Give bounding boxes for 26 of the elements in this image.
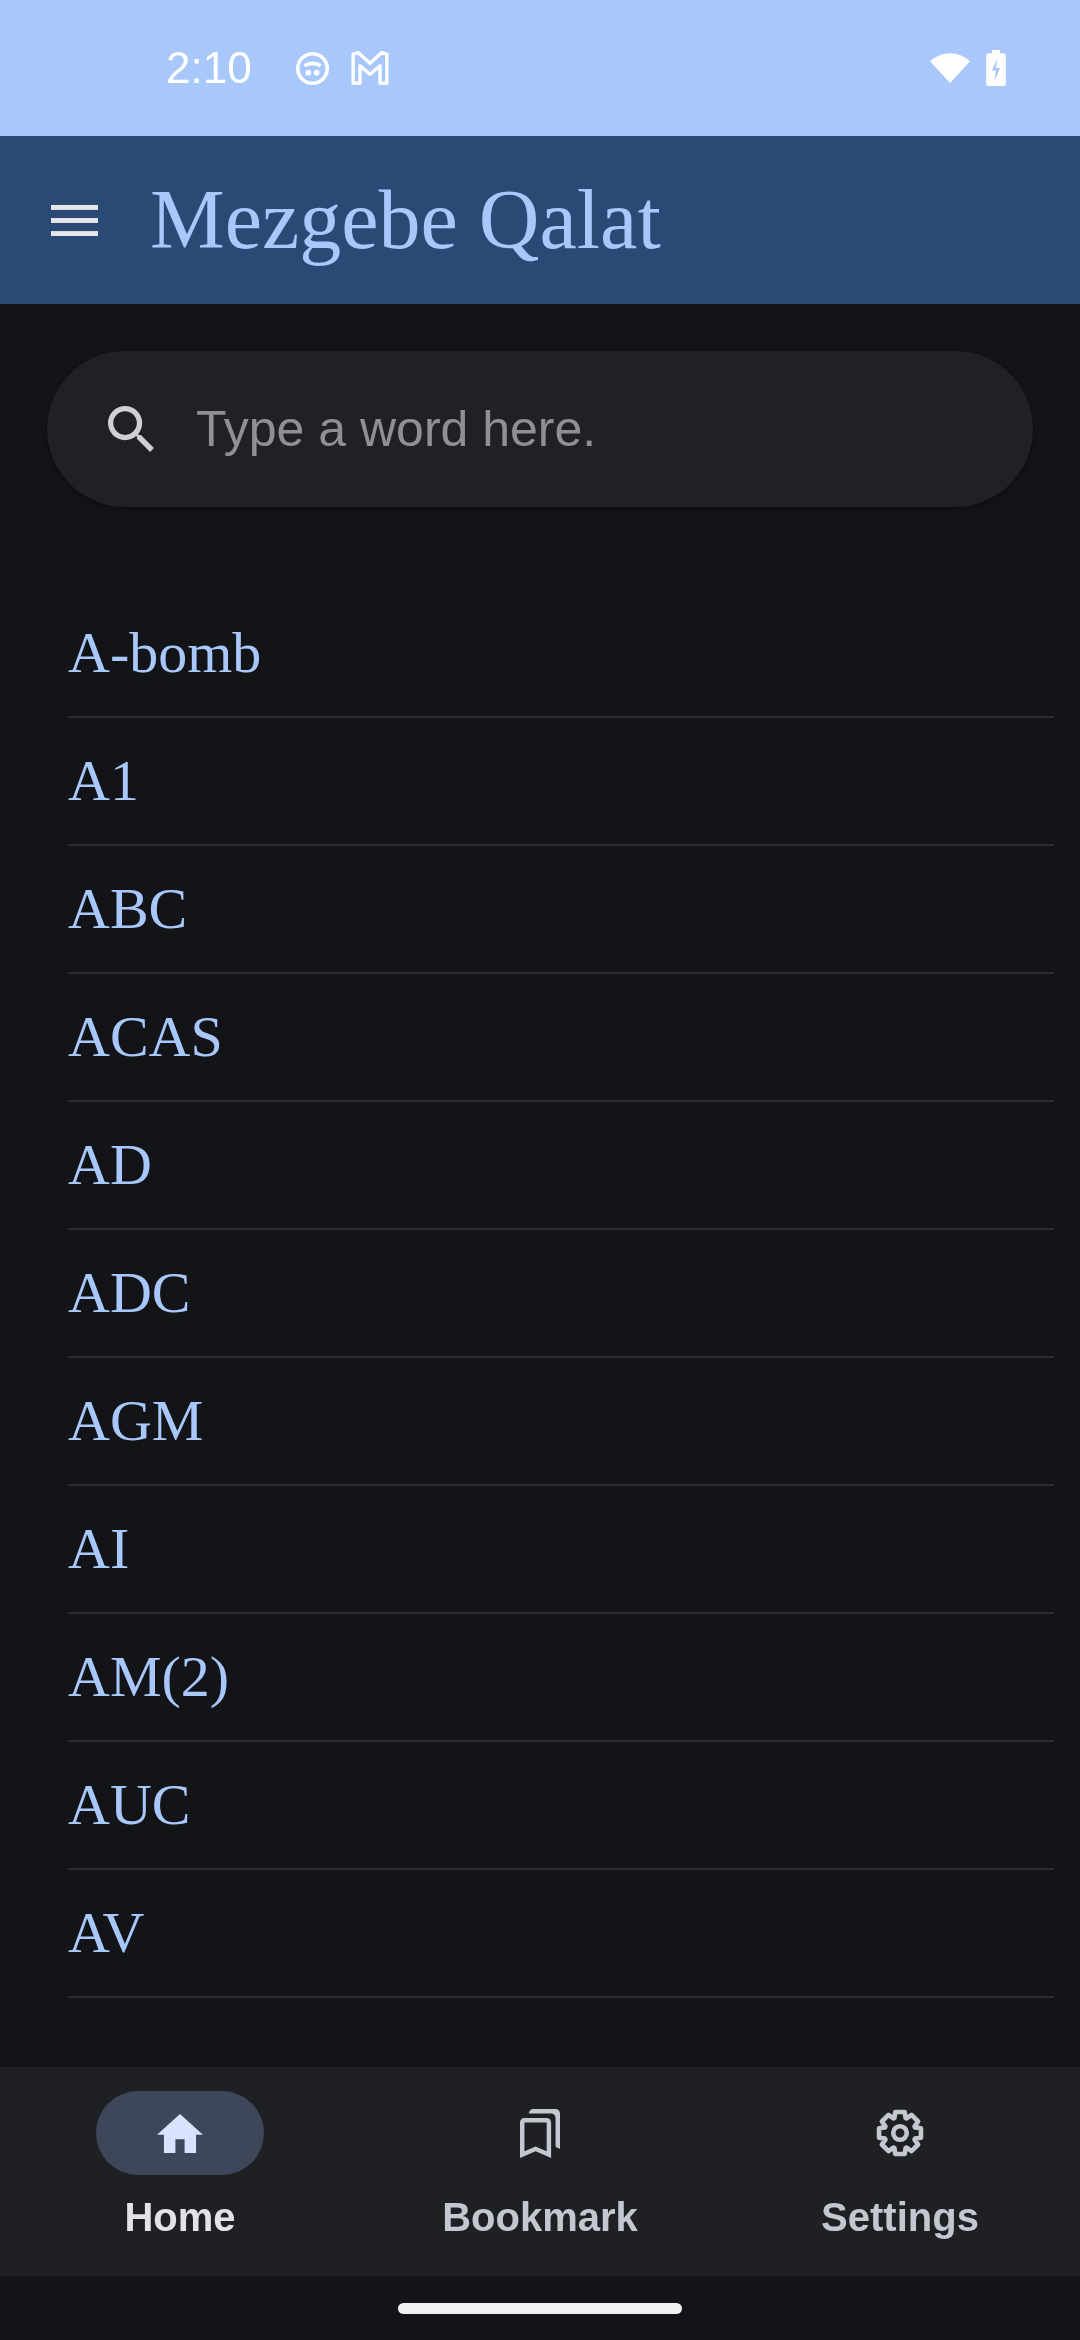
battery-charging-icon xyxy=(986,50,1006,86)
word-item[interactable]: ABC xyxy=(68,846,1054,974)
word-item[interactable]: ADC xyxy=(68,1230,1054,1358)
word-item[interactable]: AUC xyxy=(68,1742,1054,1870)
word-item[interactable]: AV xyxy=(68,1870,1054,1998)
search-icon xyxy=(108,406,154,452)
face-icon xyxy=(295,51,329,85)
word-item[interactable]: A-bomb xyxy=(68,590,1054,718)
gesture-bar[interactable] xyxy=(398,2302,682,2314)
word-item[interactable]: ACAS xyxy=(68,974,1054,1102)
nav-tab[interactable]: Bookmark xyxy=(360,2091,720,2237)
nav-tab[interactable]: Settings xyxy=(720,2091,1080,2237)
word-item[interactable]: AI xyxy=(68,1486,1054,1614)
nav-tab[interactable]: Home xyxy=(0,2091,360,2237)
home-icon xyxy=(157,2113,203,2153)
word-item[interactable]: AD xyxy=(68,1102,1054,1230)
menu-icon xyxy=(50,204,98,236)
status-time: 2:10 xyxy=(166,46,252,90)
search-field[interactable]: Type a word here. xyxy=(47,351,1033,507)
wifi-icon xyxy=(930,53,970,83)
bookmarks-icon xyxy=(520,2108,560,2158)
word-item[interactable]: AGM xyxy=(68,1358,1054,1486)
settings-icon xyxy=(876,2109,924,2157)
word-item[interactable]: AM(2) xyxy=(68,1614,1054,1742)
word-item[interactable]: A1 xyxy=(68,718,1054,846)
mail-icon xyxy=(350,51,389,85)
